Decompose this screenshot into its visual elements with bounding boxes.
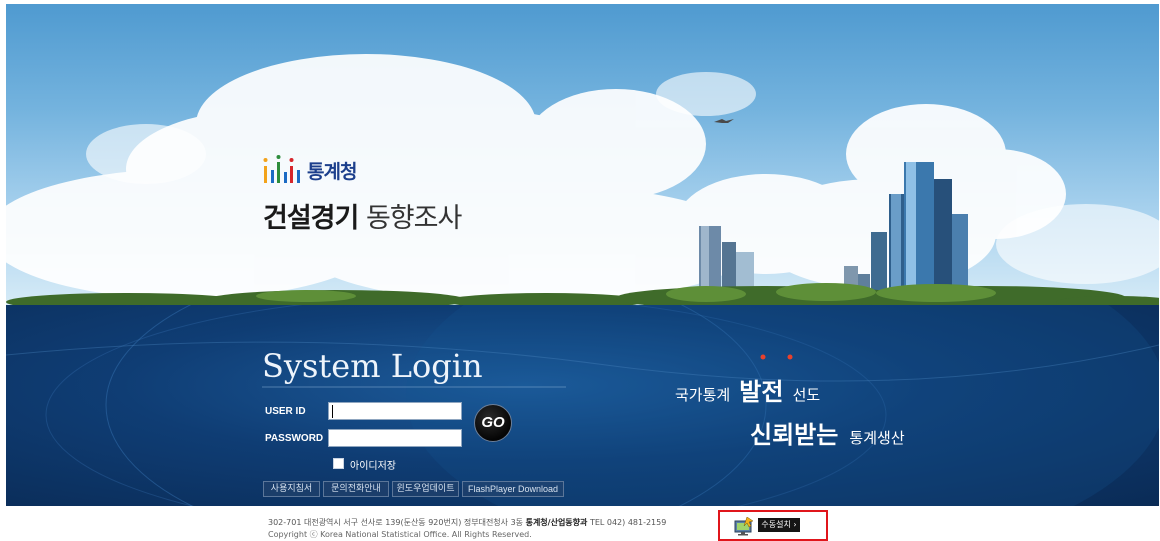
footer-copyright: Copyright ⓒ Korea National Statistical O… bbox=[268, 530, 532, 539]
slogan-1-prefix: 국가통계 bbox=[675, 386, 731, 404]
monitor-install-icon bbox=[734, 517, 754, 536]
slogan-2-strong: 신뢰받는 bbox=[750, 421, 839, 449]
contact-info-link[interactable]: 문의전화안내 bbox=[323, 481, 389, 497]
org-name: 통계청 bbox=[307, 161, 357, 183]
slogan-2-suffix: 통계생산 bbox=[849, 429, 905, 447]
footer-department: 통계청/산업동향과 bbox=[525, 518, 588, 527]
slogan-line-1: 국가통계 발전 선도 bbox=[675, 372, 820, 407]
footer-tel: TEL 042) 481-2159 bbox=[589, 518, 667, 527]
statistics-logo-icon bbox=[263, 155, 300, 183]
slogan-1-suffix: 선도 bbox=[792, 386, 821, 404]
go-button[interactable]: GO bbox=[474, 404, 512, 442]
windows-update-link[interactable]: 윈도우업데이트 bbox=[392, 481, 459, 497]
header-banner: 통계청 건설경기 동향조사 bbox=[6, 4, 1159, 305]
slogan-line-2: 신뢰받는 통계생산 bbox=[750, 415, 905, 450]
bird-icon bbox=[714, 119, 734, 123]
manual-install-highlight: 수동설치 › bbox=[718, 510, 828, 541]
password-input[interactable] bbox=[328, 429, 462, 447]
save-id-label[interactable]: 아이디저장 bbox=[350, 457, 396, 472]
slogan-1-strong: 발전 bbox=[739, 378, 784, 406]
survey-title: 건설경기 동향조사 bbox=[263, 196, 462, 235]
save-id-checkbox[interactable] bbox=[333, 458, 344, 469]
footer-address-text: 302-701 대전광역시 서구 선사로 139(둔산동 920번지) 정부대전… bbox=[268, 518, 524, 527]
text-caret bbox=[332, 405, 333, 418]
user-manual-link[interactable]: 사용지침서 bbox=[263, 481, 320, 497]
password-label: PASSWORD bbox=[265, 433, 324, 444]
footer-address: 302-701 대전광역시 서구 선사로 139(둔산동 920번지) 정부대전… bbox=[268, 517, 666, 528]
sky-illustration bbox=[6, 54, 1159, 305]
brand-logo: 통계청 건설경기 동향조사 bbox=[263, 154, 523, 244]
login-title: System Login bbox=[262, 347, 483, 385]
manual-install-button[interactable]: 수동설치 › bbox=[758, 518, 800, 532]
panel-decoration bbox=[6, 305, 1159, 506]
login-panel: System Login USER ID PASSWORD GO 아이디저장 사… bbox=[6, 305, 1159, 506]
userid-input[interactable] bbox=[328, 402, 462, 420]
userid-label: USER ID bbox=[265, 406, 306, 417]
survey-title-light: 동향조사 bbox=[365, 203, 462, 234]
flash-player-download-link[interactable]: FlashPlayer Download bbox=[462, 481, 564, 497]
slogan-accent-dots bbox=[760, 354, 793, 360]
survey-title-strong: 건설경기 bbox=[263, 203, 359, 234]
